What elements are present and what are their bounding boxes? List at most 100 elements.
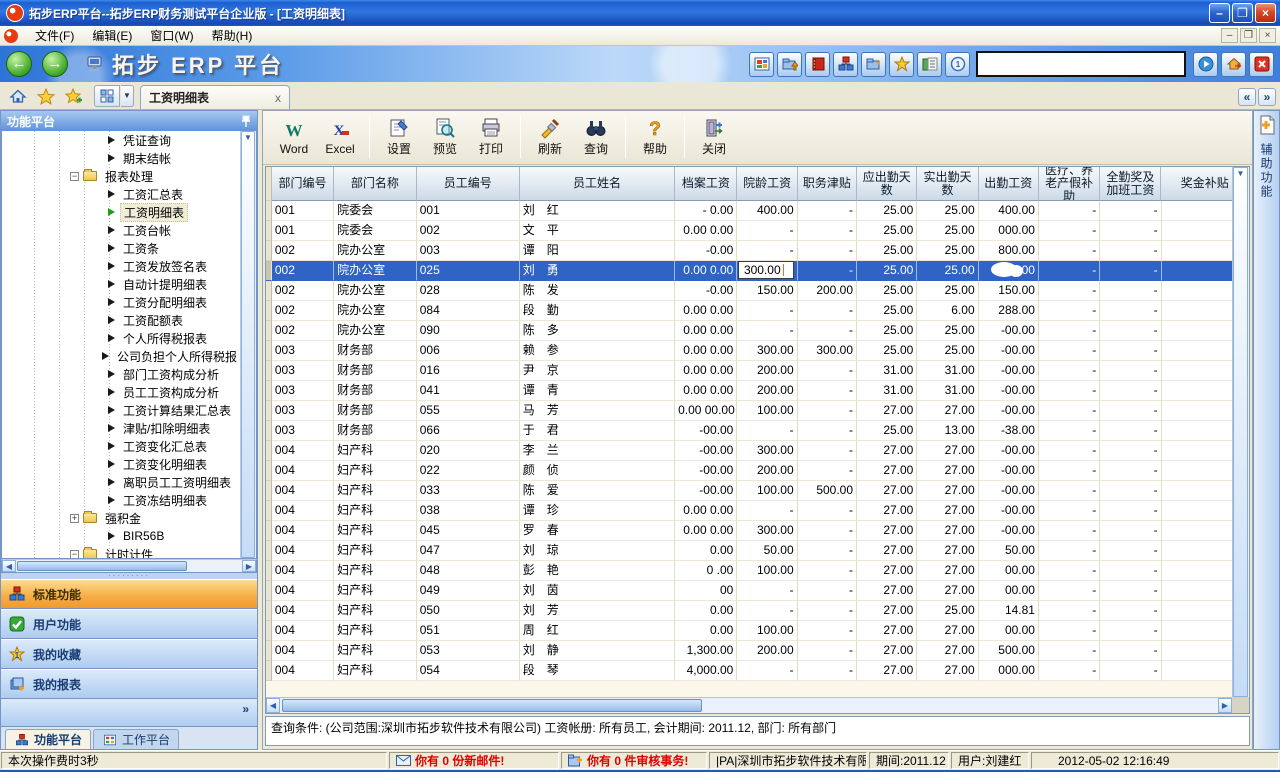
grid-cell[interactable]: - [798, 301, 857, 321]
grid-cell[interactable]: 尹 京 [520, 361, 675, 381]
grid-cell[interactable]: 马 芳 [520, 401, 675, 421]
grid-cell[interactable]: 100.00 [737, 561, 797, 581]
grid-cell[interactable]: 002 [272, 261, 334, 281]
column-header[interactable]: 部门名称 [334, 167, 417, 201]
grid-cell[interactable]: 400.00 [737, 201, 797, 221]
grid-cell[interactable]: - [1100, 201, 1161, 221]
grid-cell[interactable]: 颜 侦 [520, 461, 675, 481]
sidebar-panel-active[interactable]: 标准功能 [1, 579, 257, 609]
grid-cell[interactable]: - [798, 201, 857, 221]
grid-cell[interactable]: 002 [272, 241, 334, 261]
grid-cell[interactable]: - [1100, 261, 1161, 281]
tree-item-leaf[interactable]: 员工工资构成分析 [2, 383, 240, 401]
sidebar-panel-item[interactable]: 我的报表 [1, 669, 257, 699]
tree-item-leaf[interactable]: 工资分配明细表 [2, 293, 240, 311]
grid-cell[interactable]: - [798, 541, 857, 561]
table-row[interactable]: 003财务部041谭 青0.00 0.00200.00-31.0031.00-0… [266, 381, 1249, 401]
grid-cell[interactable]: - [1039, 621, 1100, 641]
grid-cell[interactable]: -0.00 [675, 281, 737, 301]
grid-cell[interactable]: - [1100, 241, 1161, 261]
column-header[interactable]: 应出勤天数 [857, 167, 917, 201]
grid-cell[interactable]: 00.00 [979, 581, 1039, 601]
grid-cell[interactable]: 27.00 [857, 441, 917, 461]
grid-cell[interactable]: 004 [272, 481, 334, 501]
grid-cell[interactable]: -00.00 [675, 421, 737, 441]
grid-cell[interactable]: - [1039, 201, 1100, 221]
toolbar-button-preview[interactable]: 预览 [422, 114, 468, 160]
grid-cell[interactable]: 27.00 [917, 621, 978, 641]
table-row[interactable]: 004妇产科033陈 爱-00.00100.00500.0027.0027.00… [266, 481, 1249, 501]
grid-cell[interactable]: 财务部 [334, 421, 417, 441]
panel-overflow-chevron[interactable]: » [1, 699, 257, 727]
grid-cell[interactable]: - [798, 361, 857, 381]
grid-cell[interactable]: 妇产科 [334, 641, 417, 661]
table-row[interactable]: 001院委会001刘 红- 0.00400.00-25.0025.00400.0… [266, 201, 1249, 221]
grid-cell[interactable]: 27.00 [857, 641, 917, 661]
folder-add-icon[interactable] [861, 52, 886, 77]
grid-cell[interactable]: 000.00 [979, 221, 1039, 241]
grid-cell[interactable]: - [1039, 501, 1100, 521]
grid-cell[interactable]: 0.00 00.00 [675, 401, 737, 421]
grid-cell[interactable]: - [737, 241, 797, 261]
grid-cell[interactable]: 004 [272, 541, 334, 561]
tree-item-folder[interactable]: −报表处理 [2, 167, 240, 185]
grid-cell[interactable]: - [1039, 381, 1100, 401]
grid-cell[interactable]: -00.00 [979, 321, 1039, 341]
pin-icon[interactable] [241, 115, 251, 128]
tree-item-leaf[interactable]: 工资明细表 [2, 203, 240, 221]
toolbar-button-search-binoculars[interactable]: 查询 [573, 114, 619, 160]
table-row[interactable]: 002院办公室028陈 发-0.00150.00200.0025.0025.00… [266, 281, 1249, 301]
grid-cell[interactable]: 25.00 [917, 601, 978, 621]
grid-cell[interactable]: 31.00 [857, 361, 917, 381]
grid-cell[interactable]: 0.00 0.00 [675, 321, 737, 341]
grid-cell[interactable]: 6.00 [917, 301, 978, 321]
grid-cell[interactable]: 0.00 [675, 541, 737, 561]
grid-cell[interactable]: 14.81 [979, 601, 1039, 621]
grid-cell[interactable]: 0.00 0.00 [675, 341, 737, 361]
grid-cell[interactable]: - 0.00 [979, 261, 1039, 281]
grid-cell[interactable]: 25.00 [857, 201, 917, 221]
grid-cell[interactable]: 27.00 [917, 441, 978, 461]
run-icon[interactable] [1193, 52, 1218, 77]
grid-cell[interactable]: -00.00 [979, 461, 1039, 481]
grid-cell[interactable]: 0.00 0.00 [675, 521, 737, 541]
grid-cell[interactable]: - [798, 501, 857, 521]
grid-cell[interactable]: 谭 阳 [520, 241, 675, 261]
grid-cell[interactable]: 400.00 [979, 201, 1039, 221]
column-header[interactable]: 员工姓名 [520, 167, 675, 201]
grid-cell[interactable]: 27.00 [857, 581, 917, 601]
grid-cell[interactable]: 288.00 [979, 301, 1039, 321]
grid-cell[interactable]: - [1039, 641, 1100, 661]
grid-cell[interactable]: 050 [417, 601, 520, 621]
grid-cell[interactable]: 27.00 [917, 401, 978, 421]
tree-item-folder[interactable]: +强积金 [2, 509, 240, 527]
grid-cell[interactable]: 彭 艳 [520, 561, 675, 581]
grid-cell[interactable]: - [798, 381, 857, 401]
grid-cell[interactable]: 刘 红 [520, 201, 675, 221]
column-header[interactable]: 全勤奖及加班工资 [1100, 167, 1161, 201]
grid-cell[interactable]: 院办公室 [334, 281, 417, 301]
toolbar-button-excel[interactable]: XExcel [317, 114, 363, 160]
grid-cell[interactable]: - [1039, 481, 1100, 501]
grid-cell[interactable]: 004 [272, 461, 334, 481]
column-header[interactable]: 院龄工资 [737, 167, 797, 201]
grid-cell[interactable]: -00.00 [979, 501, 1039, 521]
grid-cell[interactable]: - [798, 521, 857, 541]
grid-cell[interactable]: - [1039, 581, 1100, 601]
grid-cell[interactable]: - [1100, 301, 1161, 321]
grid-cell[interactable]: 罗 春 [520, 521, 675, 541]
grid-cell[interactable]: - [1100, 581, 1161, 601]
column-header[interactable]: 实出勤天数 [917, 167, 978, 201]
grid-cell[interactable]: 院委会 [334, 221, 417, 241]
tree-item-leaf[interactable]: BIR56B [2, 527, 240, 545]
grid-cell[interactable]: - [798, 441, 857, 461]
grid-cell[interactable]: 25.00 [857, 341, 917, 361]
grid-cell[interactable]: 院办公室 [334, 241, 417, 261]
grid-cell[interactable]: 25.00 [857, 281, 917, 301]
grid-cell[interactable]: - [737, 421, 797, 441]
grid-cell[interactable]: 002 [272, 321, 334, 341]
grid-cell[interactable]: - [1100, 401, 1161, 421]
grid-cell[interactable]: 300.00 [737, 261, 797, 281]
table-row[interactable]: 004妇产科049刘 茵00--27.0027.0000.00-- [266, 581, 1249, 601]
folder-up-icon[interactable] [777, 52, 802, 77]
